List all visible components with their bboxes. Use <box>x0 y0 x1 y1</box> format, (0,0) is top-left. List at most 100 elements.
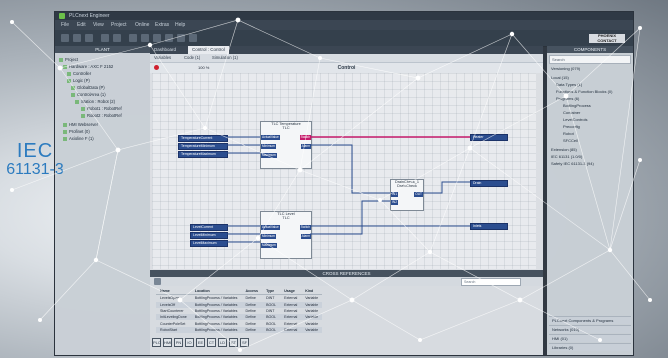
plant-panel-header: PLANT <box>55 46 150 53</box>
tree-item[interactable]: BottlingProcess <box>563 103 591 108</box>
subtab-variables[interactable]: Variables <box>154 55 171 60</box>
column-header[interactable]: Name <box>156 288 191 296</box>
table-header-row: Name Location Access Type Usage Kind <box>156 288 323 296</box>
tab-control[interactable]: Control : Control <box>188 46 229 54</box>
tree-item[interactable]: Robot <box>563 131 574 136</box>
compile-icon[interactable] <box>177 34 185 42</box>
cell: LevelsOpen <box>160 296 180 301</box>
open-folder-icon[interactable] <box>73 34 81 42</box>
column-header[interactable]: Location <box>190 288 242 296</box>
tree-item[interactable]: Local (15) <box>551 75 569 80</box>
fbd-canvas[interactable]: TemperatureCurrent TemperatureMinimum Te… <box>152 73 536 269</box>
ld-icon[interactable]: LD <box>218 338 227 347</box>
subtab-code[interactable]: Code (1) <box>184 55 200 60</box>
tree-item[interactable]: Extension (85) <box>551 147 577 152</box>
tree-item[interactable]: Logic (P) <box>67 78 90 83</box>
tree-label: Controller <box>73 71 92 76</box>
tree-item[interactable]: Preconfig <box>563 124 580 129</box>
iec-line2: 61131-3 <box>6 161 64 178</box>
tree-item[interactable]: GlobalData (P) <box>71 85 105 90</box>
tree-item[interactable]: IEC 61131 (1.0/0) <box>551 154 582 159</box>
tree-item[interactable]: Functions & Function Blocks (0) <box>556 89 612 94</box>
menu-extras[interactable]: Extras <box>155 22 169 28</box>
hmi-icon[interactable]: HMI <box>163 338 172 347</box>
folder-icon <box>67 79 71 83</box>
components-panel: COMPONENTS Search Versioning (079) Local… <box>547 46 633 355</box>
tree-item[interactable]: Station : Robot (2) <box>75 99 115 104</box>
menu-view[interactable]: View <box>93 22 104 28</box>
tree-item[interactable]: ControlArea (1) <box>71 92 106 97</box>
tree-label: Robot1 : RobotRef <box>87 106 122 111</box>
tree-item[interactable]: Safety IEC 61131-3 (94) <box>551 161 594 166</box>
subtab-simulation[interactable]: Simulation (1) <box>212 55 238 60</box>
refresh-icon[interactable] <box>154 278 161 285</box>
write-and-start-icon[interactable] <box>141 34 149 42</box>
controller-icon <box>63 65 67 69</box>
column-header[interactable]: Access <box>241 288 263 296</box>
settings-icon[interactable] <box>189 34 197 42</box>
tree-label: Robot2 : RobotRef <box>87 113 122 118</box>
redo-icon[interactable] <box>113 34 121 42</box>
editor-tabs: Dashboard Control : Control <box>150 46 543 54</box>
folder-icon <box>63 130 67 134</box>
brand-logo: PHOENIX CONTACT <box>589 33 625 43</box>
table-row[interactable]: RobotStart BottlingProcess / Variables Def… <box>156 326 323 334</box>
menu-online[interactable]: Online <box>135 22 149 28</box>
code-editor: Dashboard Control : Control Variables Co… <box>150 46 543 270</box>
menu-edit[interactable]: Edit <box>77 22 86 28</box>
tree-label: HMI Webserver <box>69 122 99 127</box>
tree-item[interactable]: Controller <box>67 71 91 76</box>
tree-item[interactable]: Project <box>59 57 78 62</box>
section-hmi[interactable]: HMI (01) <box>549 334 631 342</box>
debug-icon[interactable] <box>153 34 161 42</box>
section-networks[interactable]: Networks (010) <box>549 325 631 333</box>
stop-icon[interactable] <box>165 34 173 42</box>
menu-bar: File Edit View Project Online Extras Hel… <box>55 20 633 30</box>
tree-label: Axioline F (1) <box>69 136 94 141</box>
ct-icon[interactable]: CT <box>207 338 216 347</box>
cell: BOOL <box>262 326 281 334</box>
ee-icon[interactable]: EE <box>196 338 205 347</box>
tree-item[interactable]: Data Types (1) <box>556 82 582 87</box>
tree-item[interactable]: LevelControls <box>563 117 587 122</box>
connect-icon[interactable] <box>129 34 137 42</box>
st-icon[interactable]: ST <box>229 338 238 347</box>
tree-item[interactable]: Versioning (079) <box>551 66 580 71</box>
tree-item[interactable]: Robot2 : RobotRef <box>81 113 122 118</box>
cell: Define <box>245 296 256 301</box>
menu-project[interactable]: Project <box>111 22 127 28</box>
robot-icon <box>81 107 85 111</box>
cross-references-search[interactable]: Search <box>461 278 521 286</box>
section-libraries[interactable]: Libraries (0) <box>549 343 631 351</box>
tree-item[interactable]: Profinet (0) <box>63 129 90 134</box>
folder-icon <box>71 86 75 90</box>
wire <box>422 181 470 194</box>
tree-item[interactable]: Container <box>563 110 580 115</box>
tree-item[interactable]: Robot1 : RobotRef <box>81 106 122 111</box>
new-project-icon[interactable] <box>61 34 69 42</box>
tree-item[interactable]: Hardware : AXC F 2152 <box>63 64 113 69</box>
editor-subtabs: Variables Code (1) Simulation (1) <box>150 54 543 63</box>
sf-icon[interactable]: SF <box>240 338 249 347</box>
menu-help[interactable]: Help <box>175 22 185 28</box>
profinet-icon[interactable]: PN <box>174 338 183 347</box>
io-icon[interactable]: IO <box>185 338 194 347</box>
tree-item[interactable]: HMI Webserver <box>63 122 98 127</box>
folder-icon <box>63 123 67 127</box>
folder-icon <box>67 72 71 76</box>
plc-icon[interactable]: PLC <box>152 338 161 347</box>
tree-label: Project <box>65 57 79 62</box>
tab-dashboard[interactable]: Dashboard <box>150 46 180 54</box>
components-search[interactable]: Search <box>549 55 631 64</box>
tree-item[interactable]: SFCCell <box>563 138 578 143</box>
column-header[interactable]: Kind <box>301 288 323 296</box>
table-row[interactable]: LevelsOpen BottlingProcess / Variables Def… <box>156 295 322 302</box>
undo-icon[interactable] <box>101 34 109 42</box>
column-header[interactable]: Usage <box>280 288 302 296</box>
menu-file[interactable]: File <box>61 22 69 28</box>
tree-item[interactable]: Programs (6) <box>556 96 579 101</box>
section-plcnext-components[interactable]: PLCnext Components & Programs <box>549 316 631 324</box>
iec-overlay-label: IEC 61131-3 <box>0 140 70 179</box>
column-header[interactable]: Type <box>262 288 281 296</box>
save-icon[interactable] <box>85 34 93 42</box>
